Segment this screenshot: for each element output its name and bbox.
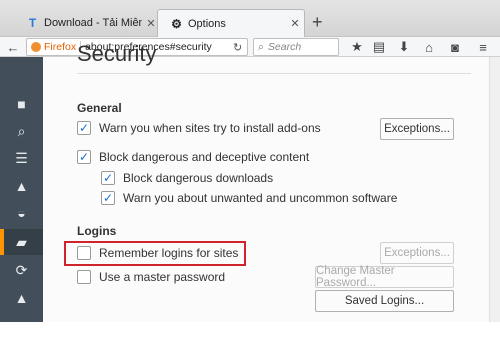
logins-heading: Logins: [77, 224, 117, 238]
master-password-label: Use a master password: [99, 270, 226, 284]
general-icon: ■: [17, 96, 26, 112]
search-bar[interactable]: ⌕ Search: [253, 38, 339, 56]
warn-unwanted-label: Warn you about unwanted and uncommon sof…: [123, 191, 398, 205]
back-button[interactable]: ←: [4, 38, 22, 56]
menu-icon[interactable]: ≡: [474, 38, 492, 56]
identity-box[interactable]: Firefox: [27, 41, 76, 53]
block-dangerous-label: Block dangerous and deceptive content: [99, 150, 310, 164]
sidebar-item-security[interactable]: ▰: [0, 229, 43, 255]
warn-addons-row[interactable]: ✓ Warn you when sites try to install add…: [77, 121, 321, 135]
close-tab-icon[interactable]: ✕: [286, 17, 304, 30]
window-bottom-edge: [0, 322, 500, 351]
change-master-password-button[interactable]: Change Master Password...: [315, 265, 454, 289]
home-icon[interactable]: ⌂: [420, 38, 438, 56]
warn-addons-checkbox[interactable]: ✓: [77, 121, 91, 135]
new-tab-button[interactable]: +: [312, 12, 323, 32]
reading-list-icon[interactable]: ▤: [370, 38, 388, 56]
firefox-icon: [31, 42, 41, 52]
saved-logins-button[interactable]: Saved Logins...: [315, 290, 454, 312]
content-icon: ☰: [15, 149, 28, 166]
warn-unwanted-row[interactable]: ✓ Warn you about unwanted and uncommon s…: [101, 191, 397, 205]
exceptions-logins-button[interactable]: Exceptions...: [380, 242, 454, 264]
preferences-sidebar: ■ ⌕ ☰ ▲ ◒ ▰ ⟳ ▲: [0, 57, 43, 322]
sidebar-item-privacy[interactable]: ◒: [0, 200, 43, 226]
lock-icon: ▰: [16, 233, 27, 250]
divider: [77, 73, 471, 74]
sidebar-item-search[interactable]: ⌕: [0, 118, 43, 144]
warn-addons-label: Warn you when sites try to install add-o…: [99, 121, 321, 135]
highlight-box: [64, 241, 246, 266]
search-placeholder: Search: [267, 41, 302, 53]
block-dangerous-checkbox[interactable]: ✓: [77, 150, 91, 164]
search-icon: ⌕: [17, 122, 26, 139]
tab-options[interactable]: ⚙ Options ✕: [157, 9, 305, 37]
sidebar-item-general[interactable]: ■: [0, 91, 43, 117]
master-password-checkbox[interactable]: [77, 270, 91, 284]
sidebar-item-content[interactable]: ☰: [0, 145, 43, 171]
warn-unwanted-checkbox[interactable]: ✓: [101, 191, 115, 205]
applications-icon: ▲: [14, 178, 29, 194]
tab-label: Options: [188, 17, 226, 30]
block-downloads-checkbox[interactable]: ✓: [101, 171, 115, 185]
bookmark-star-icon[interactable]: ★: [348, 38, 366, 56]
tab-download[interactable]: T Download - Tải Miễn Phí VN ✕: [14, 9, 160, 37]
master-password-row[interactable]: Use a master password: [77, 270, 225, 284]
tab-strip: T Download - Tải Miễn Phí VN ✕ ⚙ Options…: [0, 0, 500, 37]
reload-icon[interactable]: ↻: [233, 41, 247, 54]
pocket-icon[interactable]: ◙: [446, 38, 464, 56]
general-heading: General: [77, 101, 122, 115]
gear-icon: ⚙: [171, 16, 182, 31]
navigation-toolbar: ← Firefox about:preferences#security ↻ ⌕…: [0, 37, 500, 57]
advanced-icon: ▲: [14, 290, 29, 306]
block-dangerous-row[interactable]: ✓ Block dangerous and deceptive content: [77, 150, 309, 164]
sync-icon: ⟳: [15, 261, 28, 278]
identity-label: Firefox: [44, 41, 77, 53]
page-title: Security: [77, 41, 157, 66]
sidebar-item-sync[interactable]: ⟳: [0, 257, 43, 283]
tab-label: Download - Tải Miễn Phí VN: [44, 17, 142, 29]
preferences-content: Security General ✓ Warn you when sites t…: [43, 41, 500, 322]
block-downloads-label: Block dangerous downloads: [123, 171, 274, 185]
block-downloads-row[interactable]: ✓ Block dangerous downloads: [101, 171, 273, 185]
search-icon: ⌕: [258, 40, 264, 53]
sidebar-item-advanced[interactable]: ▲: [0, 285, 43, 311]
exceptions-addons-button[interactable]: Exceptions...: [380, 118, 454, 140]
download-icon[interactable]: ⬇: [395, 38, 413, 56]
sidebar-item-applications[interactable]: ▲: [0, 173, 43, 199]
scrollbar[interactable]: [489, 57, 500, 322]
privacy-mask-icon: ◒: [17, 205, 26, 221]
favicon-t-icon: T: [28, 16, 37, 30]
